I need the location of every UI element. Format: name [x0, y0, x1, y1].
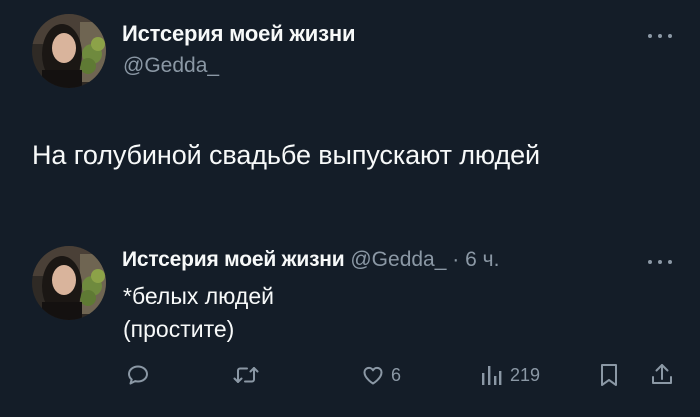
reply-author-handle[interactable]: @Gedda_	[350, 248, 446, 271]
tweet-text: На голубиной свадьбе выпускают людей	[32, 140, 541, 170]
retweet-icon	[233, 363, 259, 387]
tweet-screen: Истсерия моей жизни @Gedda_ На голубиной…	[0, 0, 700, 417]
bookmark-button[interactable]	[598, 361, 620, 389]
reply-button[interactable]	[126, 361, 150, 389]
reply-text-line-2: (простите)	[123, 316, 235, 342]
share-button[interactable]	[650, 361, 674, 389]
bookmark-icon	[598, 362, 620, 388]
author-handle[interactable]: @Gedda_	[123, 54, 219, 78]
reply-timestamp[interactable]: 6 ч.	[465, 248, 499, 271]
reply-avatar[interactable]	[32, 246, 106, 320]
like-button[interactable]: 6	[361, 361, 401, 389]
reply-author-name[interactable]: Истсерия моей жизни	[122, 248, 345, 271]
analytics-bars-icon	[480, 363, 502, 387]
share-upload-icon	[650, 362, 674, 388]
heart-icon	[361, 363, 385, 387]
retweet-button[interactable]	[233, 361, 259, 389]
like-count: 6	[391, 364, 402, 385]
author-name[interactable]: Истсерия моей жизни	[122, 21, 355, 47]
reply-bubble-icon	[126, 363, 150, 387]
more-horizontal-icon[interactable]	[648, 29, 672, 43]
views-button[interactable]: 219	[480, 361, 540, 389]
reply-header: Истсерия моей жизни @Gedda_ · 6 ч.	[122, 248, 499, 272]
reply-text-line-1: *белых людей	[123, 283, 274, 309]
reply-separator: ·	[452, 248, 460, 271]
views-count: 219	[510, 364, 541, 385]
more-horizontal-icon[interactable]	[648, 255, 672, 269]
avatar[interactable]	[32, 14, 106, 88]
